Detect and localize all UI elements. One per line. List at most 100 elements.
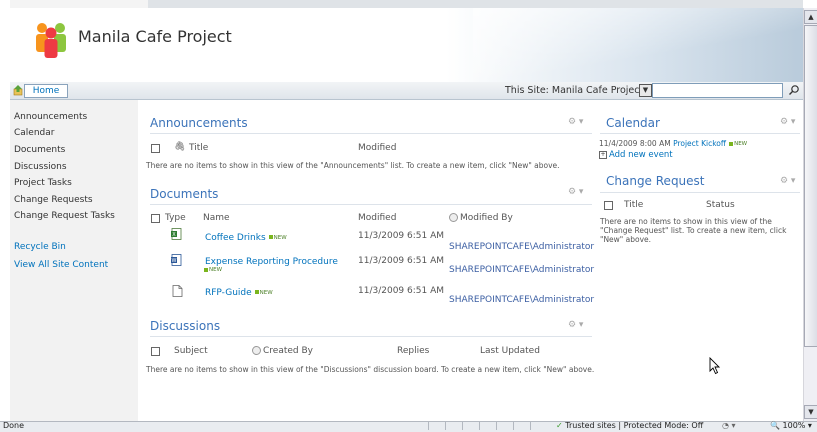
- zoom-control[interactable]: 🔍 100% ▾: [770, 421, 812, 431]
- search-scope-select[interactable]: This Site: Manila Cafe Project: [505, 85, 643, 96]
- presence-icon: [449, 213, 458, 222]
- column-header-created-by[interactable]: Created By: [252, 346, 313, 356]
- modified-date: 11/3/2009 6:51 AM: [358, 286, 445, 296]
- quick-launch-discussions[interactable]: Discussions: [14, 162, 67, 172]
- excel-icon[interactable]: X: [171, 228, 182, 240]
- column-header-replies[interactable]: Replies: [397, 346, 429, 356]
- column-header-type[interactable]: Type: [165, 213, 186, 223]
- quick-launch-change-requests[interactable]: Change Requests: [14, 195, 93, 205]
- add-icon: +: [599, 150, 607, 159]
- announcements-empty-message: There are no items to show in this view …: [146, 161, 560, 170]
- web-part-menu-icon[interactable]: ⚙ ▾: [568, 320, 586, 330]
- discussions-title[interactable]: Discussions: [150, 319, 220, 333]
- status-bar-segment: [530, 422, 547, 430]
- status-bar-segment: [496, 422, 513, 430]
- calendar-title[interactable]: Calendar: [606, 116, 660, 130]
- column-header-title[interactable]: Title: [624, 200, 643, 210]
- document-link-coffee-drinks[interactable]: Coffee Drinks NEW: [205, 233, 287, 243]
- select-all-checkbox[interactable]: [151, 347, 160, 356]
- zoom-icon: 🔍: [770, 421, 780, 430]
- new-badge: NEW: [269, 235, 287, 241]
- discussions-empty-message: There are no items to show in this view …: [146, 365, 595, 374]
- top-link-bar: [10, 0, 803, 8]
- change-request-empty-message: There are no items to show in this view …: [600, 217, 787, 244]
- window-left-edge: [0, 0, 10, 421]
- column-header-title[interactable]: Title: [189, 143, 208, 153]
- header-decoration: [473, 8, 803, 82]
- scroll-down-arrow-icon[interactable]: ▼: [804, 405, 817, 419]
- web-part-menu-icon[interactable]: ⚙ ▾: [780, 176, 798, 186]
- document-link-rfp-guide[interactable]: RFP-Guide NEW: [205, 288, 273, 298]
- add-new-event-label: Add new event: [609, 150, 673, 160]
- attachment-icon: 🖇: [174, 142, 186, 152]
- column-header-name[interactable]: Name: [203, 213, 230, 223]
- modified-by-link[interactable]: SHAREPOINTCAFE\Administrator: [449, 265, 594, 275]
- column-header-subject[interactable]: Subject: [174, 346, 208, 356]
- quick-launch: Announcements Calendar Documents Discuss…: [10, 100, 138, 421]
- modified-date: 11/3/2009 6:51 AM: [358, 231, 445, 241]
- search-input[interactable]: [652, 83, 783, 98]
- column-header-status[interactable]: Status: [706, 200, 735, 210]
- status-bar-segment: [462, 422, 479, 430]
- divider: [150, 204, 592, 205]
- chevron-down-icon[interactable]: ▼: [639, 84, 652, 97]
- quick-launch-documents[interactable]: Documents: [14, 145, 65, 155]
- web-part-menu-icon[interactable]: ⚙ ▾: [568, 117, 586, 127]
- quick-launch-change-request-tasks[interactable]: Change Request Tasks: [14, 211, 115, 221]
- checkmark-icon: ✓: [556, 421, 563, 430]
- quick-launch-calendar[interactable]: Calendar: [14, 128, 54, 138]
- column-header-modified-by-label: Modified By: [460, 213, 513, 223]
- home-tab[interactable]: Home: [24, 84, 68, 98]
- column-header-modified[interactable]: Modified: [358, 143, 396, 153]
- new-badge: NEW: [729, 141, 747, 147]
- web-part-menu-icon[interactable]: ⚙ ▾: [780, 117, 798, 127]
- scrollbar-thumb[interactable]: [804, 25, 817, 347]
- navigate-up-icon[interactable]: [13, 84, 23, 96]
- main-content: Announcements ⚙ ▾ 🖇 Title Modified There…: [138, 100, 803, 421]
- column-header-created-by-label: Created By: [263, 346, 313, 356]
- document-icon[interactable]: [172, 285, 183, 297]
- event-link-project-kickoff[interactable]: Project Kickoff: [673, 139, 726, 148]
- zoom-level: 100%: [782, 421, 806, 430]
- announcements-title[interactable]: Announcements: [150, 116, 248, 130]
- status-text: Done: [3, 421, 25, 430]
- recycle-bin-link[interactable]: Recycle Bin: [14, 242, 66, 252]
- svg-text:X: X: [172, 232, 176, 238]
- column-header-modified[interactable]: Modified: [358, 213, 396, 223]
- change-request-title[interactable]: Change Request: [606, 174, 705, 188]
- modified-by-link[interactable]: SHAREPOINTCAFE\Administrator: [449, 242, 594, 252]
- new-badge: NEW: [204, 267, 222, 273]
- view-all-site-content-link[interactable]: View All Site Content: [14, 260, 108, 270]
- select-all-checkbox[interactable]: [151, 214, 160, 223]
- column-header-last-updated[interactable]: Last Updated: [480, 346, 540, 356]
- event-time: 11/4/2009 8:00 AM: [599, 139, 671, 148]
- word-icon[interactable]: W: [171, 254, 182, 266]
- security-zone-label: Trusted sites | Protected Mode: Off: [565, 421, 704, 430]
- quick-launch-project-tasks[interactable]: Project Tasks: [14, 178, 72, 188]
- divider: [600, 192, 800, 193]
- status-bar-segment: [428, 422, 445, 430]
- calendar-event: 11/4/2009 8:00 AM Project Kickoff NEW: [599, 139, 747, 148]
- status-bar-segment: [513, 422, 530, 430]
- quick-launch-announcements[interactable]: Announcements: [14, 112, 87, 122]
- mouse-cursor-icon: [709, 357, 721, 375]
- scroll-up-arrow-icon[interactable]: ▲: [804, 10, 817, 24]
- documents-title[interactable]: Documents: [150, 187, 218, 201]
- add-new-event-link[interactable]: + Add new event: [599, 150, 673, 160]
- site-tab[interactable]: [10, 0, 148, 8]
- document-link-expense-reporting-procedure[interactable]: Expense Reporting Procedure: [205, 257, 338, 267]
- search-icon[interactable]: [788, 84, 800, 96]
- site-title[interactable]: Manila Cafe Project: [78, 27, 232, 46]
- divider: [600, 133, 800, 134]
- column-header-modified-by[interactable]: Modified By: [449, 213, 513, 223]
- status-bar-segment: [479, 422, 496, 430]
- modified-date: 11/3/2009 6:51 AM: [358, 256, 445, 266]
- site-logo-people-icon: [36, 23, 66, 58]
- web-part-menu-icon[interactable]: ⚙ ▾: [568, 187, 586, 197]
- security-zone-indicator[interactable]: ✓ Trusted sites | Protected Mode: Off: [556, 421, 703, 431]
- modified-by-link[interactable]: SHAREPOINTCAFE\Administrator: [449, 295, 594, 305]
- select-all-checkbox[interactable]: [604, 201, 613, 210]
- privacy-icon[interactable]: ◔ ▾: [722, 421, 736, 431]
- presence-icon: [252, 346, 261, 355]
- select-all-checkbox[interactable]: [151, 144, 160, 153]
